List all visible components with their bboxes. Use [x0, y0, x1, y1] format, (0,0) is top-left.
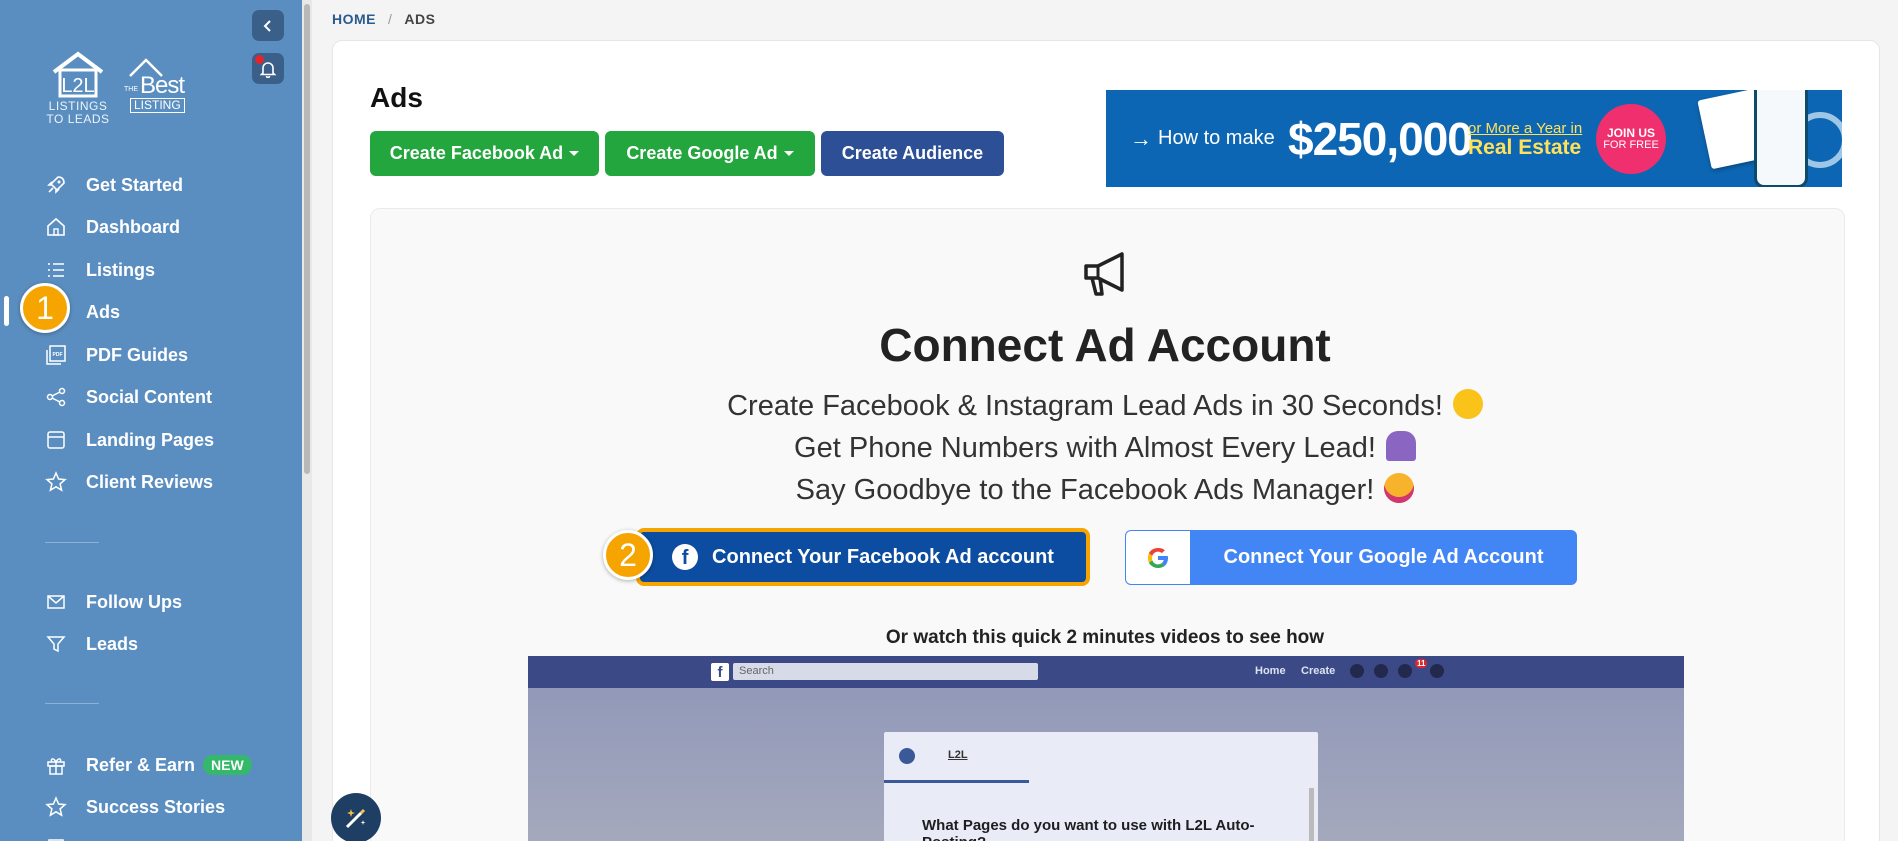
video-modal: L2L What Pages do you want to use with L… — [884, 732, 1318, 841]
l2l-logo: L2L LISTINGS TO LEADS — [42, 48, 114, 130]
sidebar-item-label: Follow Ups — [86, 591, 182, 612]
video-modal-question: What Pages do you want to use with L2L A… — [922, 817, 1255, 841]
join-badge: JOIN US FOR FREE — [1596, 104, 1666, 174]
video-modal-facebook-icon — [899, 748, 915, 764]
logo-the-text: THE — [124, 86, 138, 93]
create-facebook-ad-label: Create Facebook Ad — [389, 143, 564, 163]
breadcrumb-home-link[interactable]: HOME — [332, 11, 376, 27]
page-title: Ads — [370, 82, 423, 113]
connect-facebook-label: Connect Your Facebook Ad account — [712, 545, 1054, 568]
banner-more-text: or More a Year in — [1468, 120, 1583, 137]
connect-facebook-ad-account-button[interactable]: f Connect Your Facebook Ad account — [636, 528, 1090, 586]
sidebar-item-success-stories[interactable]: Success Stories — [44, 792, 225, 822]
video-facebook-bar — [528, 656, 1684, 688]
facebook-icon: f — [672, 544, 699, 570]
banner-how-text: How to make — [1158, 127, 1275, 149]
best-listing-logo: THE Best LISTING — [122, 56, 194, 116]
envelope-icon — [44, 590, 68, 614]
video-facebook-logo-icon: f — [711, 663, 729, 681]
video-help-icon — [1430, 664, 1444, 678]
create-google-ad-button[interactable]: Create Google Ad — [605, 131, 815, 176]
banner-amount: $250,000 — [1288, 113, 1473, 165]
notifications-button[interactable] — [252, 53, 284, 84]
collapse-sidebar-button[interactable] — [252, 10, 284, 41]
join-text: JOIN US — [1606, 126, 1655, 140]
sidebar-item-partial[interactable] — [44, 834, 86, 841]
chevron-left-icon — [263, 19, 271, 32]
sidebar-item-label: Refer & Earn — [86, 754, 196, 775]
magic-wand-icon — [345, 808, 366, 829]
watch-video-text: Or watch this quick 2 minutes videos to … — [885, 627, 1325, 648]
breadcrumb: HOME / ADS — [332, 11, 435, 27]
tutorial-video[interactable]: f Search Home Create 11 L2L What Pages d… — [528, 656, 1684, 841]
tagline-text: Create Facebook & Instagram Lead Ads in … — [727, 390, 1443, 422]
tagline-text: Say Goodbye to the Facebook Ads Manager! — [795, 474, 1375, 506]
gift-icon — [44, 753, 68, 777]
video-modal-page-name: L2L — [948, 749, 968, 761]
sidebar-item-label: Success Stories — [86, 796, 226, 817]
video-nav-create: Create — [1301, 665, 1336, 677]
svg-text:L2L: L2L — [61, 75, 94, 97]
free-text: FOR FREE — [1603, 139, 1659, 151]
breadcrumb-separator: / — [388, 11, 393, 27]
create-audience-label: Create Audience — [841, 143, 984, 163]
create-google-ad-label: Create Google Ad — [626, 143, 778, 163]
l2l-logo-text: LISTINGS TO LEADS — [46, 99, 110, 126]
banner-real-estate: Real Estate — [1468, 136, 1582, 159]
video-messenger-icon — [1374, 664, 1388, 678]
sidebar-item-get-started[interactable]: Get Started — [44, 170, 183, 200]
megaphone-icon — [1084, 252, 1124, 296]
video-notification-count: 11 — [1415, 659, 1428, 668]
sidebar-item-label: Listings — [86, 259, 156, 280]
sidebar-item-listings[interactable]: Listings — [44, 255, 155, 285]
notification-dot — [255, 55, 264, 64]
google-icon — [1126, 531, 1190, 584]
home-icon — [44, 215, 68, 239]
breadcrumb-current: ADS — [404, 11, 436, 27]
tagline-line-1: Create Facebook & Instagram Lead Ads in … — [0, 389, 1898, 423]
sidebar-item-dashboard[interactable]: Dashboard — [44, 212, 180, 242]
sidebar-item-label: Dashboard — [86, 216, 181, 237]
new-badge: NEW — [203, 755, 252, 775]
sidebar-divider — [45, 542, 99, 543]
promo-banner[interactable]: → How to make $250,000 or More a Year in… — [1106, 90, 1842, 187]
logo-best-text: Best — [140, 72, 185, 99]
phone-mockup-image — [1754, 90, 1808, 187]
video-modal-scrollbar — [1309, 788, 1314, 841]
video-modal-progress — [884, 780, 1029, 783]
video-nav-home: Home — [1255, 665, 1286, 677]
magic-wand-button[interactable] — [331, 793, 381, 841]
party-face-emoji-icon — [1384, 473, 1415, 503]
sidebar-divider — [45, 703, 99, 704]
connect-title: Connect Ad Account — [879, 319, 1331, 371]
sidebar-item-refer-earn[interactable]: Refer & Earn NEW — [44, 750, 252, 780]
connect-google-label: Connect Your Google Ad Account — [1223, 546, 1544, 568]
video-bell-icon — [1398, 664, 1412, 678]
create-facebook-ad-button[interactable]: Create Facebook Ad — [370, 131, 599, 176]
sidebar-item-label: Get Started — [86, 174, 184, 195]
create-audience-button[interactable]: Create Audience — [821, 131, 1004, 176]
sidebar-item-follow-ups[interactable]: Follow Ups — [44, 587, 182, 617]
step-2-badge: 2 — [603, 530, 653, 580]
arrow-right-icon: → — [1130, 126, 1152, 151]
tagline-line-2: Get Phone Numbers with Almost Every Lead… — [0, 431, 1898, 465]
connect-google-ad-account-button[interactable]: Connect Your Google Ad Account — [1125, 530, 1577, 585]
document-icon — [44, 837, 68, 841]
tagline-line-3: Say Goodbye to the Facebook Ads Manager! — [0, 473, 1898, 507]
video-search-bar: Search — [733, 663, 1038, 680]
rocket-icon — [44, 173, 68, 197]
grinning-emoji-icon — [1452, 389, 1483, 419]
star-icon — [44, 795, 68, 819]
praying-hands-emoji-icon — [1385, 431, 1416, 461]
caret-down-icon — [783, 151, 794, 156]
video-friends-icon — [1350, 664, 1364, 678]
tagline-text: Get Phone Numbers with Almost Every Lead… — [794, 432, 1376, 464]
logo-listing-text: LISTING — [130, 98, 185, 113]
caret-down-icon — [569, 151, 580, 156]
list-icon — [44, 258, 68, 282]
